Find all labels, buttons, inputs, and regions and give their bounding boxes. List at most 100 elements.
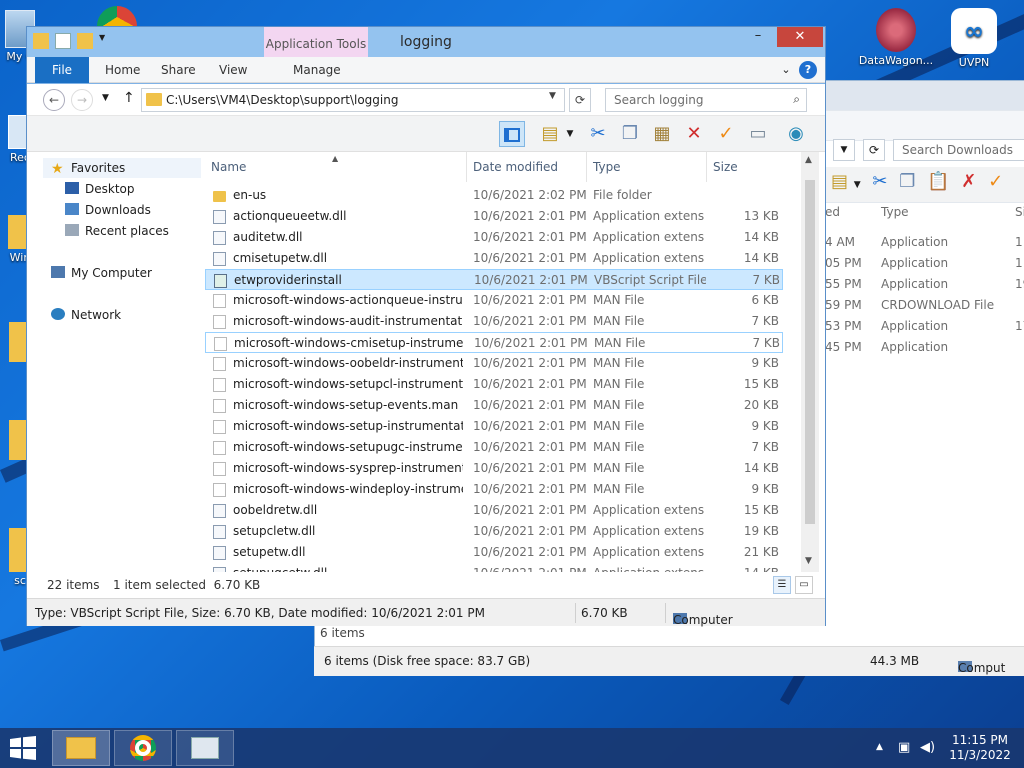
downloads-row[interactable]: 55 PMApplication19 (825, 277, 1024, 291)
downloads-row[interactable]: 45 PM Application (825, 340, 948, 354)
properties-icon[interactable]: ▤ (537, 121, 563, 147)
minimize-button[interactable]: – (745, 27, 771, 47)
file-size: 19 KB (743, 524, 779, 538)
help-icon[interactable]: ? (799, 61, 817, 79)
paste-icon[interactable]: 📋 (927, 171, 949, 192)
scroll-up-icon[interactable]: ▲ (805, 155, 812, 165)
properties-icon[interactable]: ▤ (831, 171, 848, 192)
nav-my-computer[interactable]: My Computer (51, 263, 152, 283)
file-row[interactable]: microsoft-windows-setup-events.man 10/6/2… (205, 395, 783, 416)
nav-downloads[interactable]: Downloads (65, 200, 151, 220)
nav-desktop[interactable]: Desktop (65, 179, 135, 199)
globe-icon[interactable]: ◉ (783, 121, 809, 147)
file-row[interactable]: microsoft-windows-cmisetup-instrumen... 1… (205, 332, 783, 353)
file-size: 7 KB (751, 314, 779, 328)
recent-locations-icon[interactable]: ▼ (102, 93, 109, 103)
desktop-icon-datawagon[interactable]: DataWagon... (853, 8, 939, 67)
column-header-date[interactable]: Date modified (467, 152, 587, 182)
file-size: 20 KB (743, 398, 779, 412)
taskbar-performance-monitor[interactable] (176, 730, 234, 766)
rename-icon[interactable]: ✓ (988, 171, 1003, 192)
title-bar[interactable]: ▼ Application Tools logging – ☐ ✕ (27, 27, 825, 57)
file-row[interactable]: microsoft-windows-sysprep-instrumenta...… (205, 458, 783, 479)
cut-icon[interactable]: ✂ (872, 171, 887, 192)
file-row[interactable]: microsoft-windows-oobeldr-instrument... 1… (205, 353, 783, 374)
file-row[interactable]: microsoft-windows-setupcl-instrumenta...… (205, 374, 783, 395)
system-clock[interactable]: 11:15 PM 11/3/2022 (944, 733, 1016, 763)
taskbar-chrome[interactable] (114, 730, 172, 766)
file-row[interactable]: etwproviderinstall 10/6/2021 2:01 PM VBScr… (205, 269, 783, 290)
search-input[interactable]: Search logging ⌕ (605, 88, 807, 112)
file-row[interactable]: microsoft-windows-setupugc-instrumen... 1… (205, 437, 783, 458)
file-row[interactable]: setupcletw.dll 10/6/2021 2:01 PM Applicati… (205, 521, 783, 542)
vertical-scrollbar[interactable]: ▲ ▼ (801, 152, 819, 572)
tab-file[interactable]: File (35, 57, 89, 83)
explorer-window[interactable]: ▼ Application Tools logging – ☐ ✕ File H… (26, 26, 826, 627)
paste-icon[interactable]: ▦ (649, 121, 675, 147)
downloads-row[interactable]: 4 AM Application 1 (825, 235, 1023, 249)
volume-icon[interactable]: ◀) (920, 740, 935, 755)
file-row[interactable]: microsoft-windows-setup-instrumentati...… (205, 416, 783, 437)
tab-home[interactable]: Home (99, 57, 146, 83)
cut-icon[interactable]: ✂ (585, 121, 611, 147)
delete-icon[interactable]: ✗ (961, 171, 976, 192)
file-name: auditetw.dll (233, 230, 303, 244)
file-row[interactable]: auditetw.dll 10/6/2021 2:01 PM Application… (205, 227, 783, 248)
downloads-row[interactable]: 05 PM Application 1 (825, 256, 1023, 270)
close-button[interactable]: ✕ (777, 27, 823, 47)
file-row[interactable]: setupetw.dll 10/6/2021 2:01 PM Application… (205, 542, 783, 563)
column-header-type[interactable]: Type (587, 152, 707, 182)
column-header-size[interactable]: Size (707, 152, 785, 182)
file-name: setupetw.dll (233, 545, 306, 559)
scrollbar-thumb[interactable] (805, 180, 815, 524)
nav-favorites[interactable]: ★ Favorites (51, 158, 125, 178)
file-date: 10/6/2021 2:01 PM (473, 314, 587, 328)
column-header-name[interactable]: Name (205, 152, 467, 182)
file-date: 10/6/2021 2:01 PM (473, 230, 587, 244)
file-date: 10/6/2021 2:01 PM (473, 482, 587, 496)
chevron-down-icon[interactable]: ▼ (854, 180, 861, 190)
downloads-row[interactable]: 59 PM CRDOWNLOAD File (825, 298, 994, 312)
chevron-down-icon[interactable]: ▼ (563, 121, 577, 147)
network-tray-icon[interactable]: ▣ (898, 740, 910, 755)
downloads-address-dropdown[interactable]: ▼ (833, 139, 855, 161)
back-button[interactable]: ← (43, 89, 65, 111)
address-bar[interactable]: C:\Users\VM4\Desktop\support\logging (141, 88, 565, 112)
file-row[interactable]: microsoft-windows-windeploy-instrume... 1… (205, 479, 783, 500)
copy-icon[interactable]: ❐ (617, 121, 643, 147)
file-row[interactable]: actionqueueetw.dll 10/6/2021 2:01 PM Appli… (205, 206, 783, 227)
file-row[interactable]: en-us 10/6/2021 2:02 PM File folder (205, 185, 783, 206)
tab-share[interactable]: Share (155, 57, 202, 83)
scroll-down-icon[interactable]: ▼ (805, 556, 812, 566)
downloads-search-input[interactable]: Search Downloads (893, 139, 1024, 161)
forward-button[interactable]: → (71, 89, 93, 111)
desktop-icon-uvpn[interactable]: ∞ UVPN (931, 8, 1017, 69)
copy-icon[interactable]: ❐ (899, 171, 915, 192)
refresh-button[interactable]: ⟳ (569, 88, 591, 112)
file-row[interactable]: microsoft-windows-actionqueue-instru... 1… (205, 290, 783, 311)
details-view-button[interactable]: ☰ (773, 576, 791, 594)
tab-manage[interactable]: Manage (287, 57, 347, 83)
taskbar: ▲ ▣ ◀) 11:15 PM 11/3/2022 (0, 728, 1024, 768)
man-file-icon (213, 315, 226, 329)
file-name: microsoft-windows-setup-instrumentati... (233, 419, 463, 433)
downloads-refresh-button[interactable]: ⟳ (863, 139, 885, 161)
delete-icon[interactable]: ✕ (681, 121, 707, 147)
taskbar-file-explorer[interactable] (52, 730, 110, 766)
downloads-row[interactable]: 53 PMApplication17 (825, 319, 1024, 333)
start-button[interactable] (8, 736, 38, 760)
rename-icon[interactable]: ✓ (713, 121, 739, 147)
file-row[interactable]: microsoft-windows-audit-instrumentati...… (205, 311, 783, 332)
navigation-pane-icon[interactable] (499, 121, 525, 147)
expand-ribbon-icon[interactable]: ⌄ (777, 61, 795, 79)
up-icon[interactable]: ↑ (123, 90, 135, 106)
file-row[interactable]: cmisetupetw.dll 10/6/2021 2:01 PM Applicat… (205, 248, 783, 269)
nav-recent-places[interactable]: Recent places (65, 221, 169, 241)
large-icons-view-button[interactable]: ▭ (795, 576, 813, 594)
tab-view[interactable]: View (213, 57, 253, 83)
nav-network[interactable]: Network (51, 305, 121, 325)
show-hidden-icons[interactable]: ▲ (876, 742, 883, 752)
address-dropdown-icon[interactable]: ▼ (549, 91, 556, 101)
preview-pane-icon[interactable]: ▭ (745, 121, 771, 147)
file-row[interactable]: oobeldretw.dll 10/6/2021 2:01 PM Applicati… (205, 500, 783, 521)
